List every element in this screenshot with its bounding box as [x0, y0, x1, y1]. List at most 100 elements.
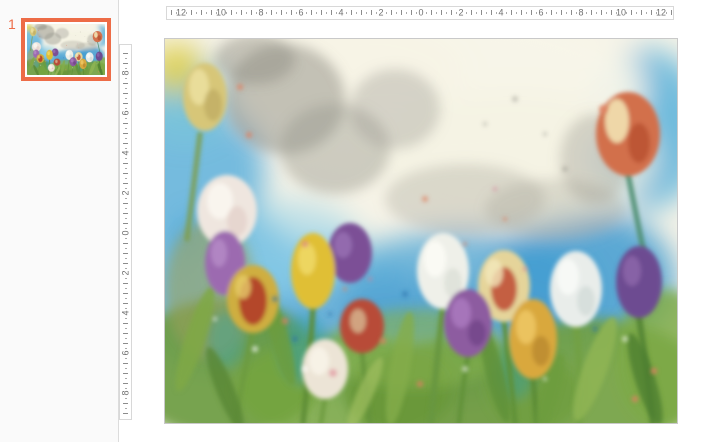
ruler-tick	[331, 10, 332, 15]
vertical-ruler: 864202468	[119, 44, 132, 420]
ruler-subtick	[526, 12, 527, 14]
ruler-tick	[611, 10, 612, 15]
ruler-tick	[361, 10, 362, 15]
ruler-subtick	[125, 388, 127, 389]
ruler-subtick	[206, 12, 207, 14]
ruler-subtick	[125, 218, 127, 219]
watercolor-tulips-image[interactable]	[165, 39, 677, 423]
ruler-subtick	[426, 12, 427, 14]
slide-number-label: 1	[8, 16, 16, 32]
ruler-subtick	[456, 12, 457, 14]
ruler-tick	[123, 93, 128, 94]
ruler-subtick	[125, 378, 127, 379]
ruler-subtick	[436, 12, 437, 14]
ruler-subtick	[226, 12, 227, 14]
ruler-tick	[371, 10, 372, 15]
ruler-subtick	[596, 12, 597, 14]
ruler-subtick	[125, 138, 127, 139]
ruler-label: 2	[121, 190, 130, 195]
horizontal-ruler: 12108642024681012	[166, 6, 674, 20]
ruler-subtick	[216, 12, 217, 14]
ruler-subtick	[125, 98, 127, 99]
ruler-subtick	[276, 12, 277, 14]
slide-1-thumbnail[interactable]	[21, 18, 111, 81]
ruler-tick	[191, 10, 192, 15]
ruler-tick	[591, 10, 592, 15]
ruler-subtick	[576, 12, 577, 14]
ruler-subtick	[256, 12, 257, 14]
ruler-subtick	[586, 12, 587, 14]
ruler-tick	[123, 363, 128, 364]
ruler-tick	[491, 10, 492, 15]
ruler-subtick	[566, 12, 567, 14]
ruler-subtick	[125, 118, 127, 119]
ruler-subtick	[125, 208, 127, 209]
ruler-subtick	[125, 398, 127, 399]
ruler-subtick	[125, 328, 127, 329]
ruler-subtick	[125, 198, 127, 199]
ruler-subtick	[366, 12, 367, 14]
ruler-subtick	[386, 12, 387, 14]
ruler-subtick	[196, 12, 197, 14]
ruler-tick	[231, 10, 232, 15]
slide-canvas[interactable]	[164, 38, 678, 424]
ruler-subtick	[125, 108, 127, 109]
ruler-tick	[123, 63, 128, 64]
ruler-subtick	[246, 12, 247, 14]
ruler-subtick	[125, 88, 127, 89]
ruler-subtick	[125, 338, 127, 339]
ruler-subtick	[546, 12, 547, 14]
ruler-subtick	[376, 12, 377, 14]
ruler-subtick	[176, 12, 177, 14]
ruler-tick	[123, 343, 128, 344]
ruler-subtick	[125, 348, 127, 349]
ruler-subtick	[125, 358, 127, 359]
ruler-subtick	[125, 408, 127, 409]
ruler-subtick	[326, 12, 327, 14]
ruler-tick	[123, 373, 128, 374]
ruler-tick	[123, 323, 128, 324]
ruler-subtick	[316, 12, 317, 14]
ruler-subtick	[266, 12, 267, 14]
ruler-tick	[551, 10, 552, 15]
ruler-label: 12	[176, 9, 186, 18]
ruler-subtick	[186, 12, 187, 14]
ruler-tick	[123, 123, 128, 124]
ruler-label: 6	[298, 9, 303, 18]
ruler-subtick	[125, 298, 127, 299]
ruler-subtick	[646, 12, 647, 14]
ruler-tick	[531, 10, 532, 15]
presentation-editor-window: 1 12108642024681012 864202468	[0, 0, 703, 442]
ruler-tick	[211, 10, 212, 15]
ruler-tick	[641, 10, 642, 15]
ruler-subtick	[296, 12, 297, 14]
ruler-subtick	[506, 12, 507, 14]
ruler-label: 4	[121, 310, 130, 315]
ruler-label: 8	[121, 70, 130, 75]
ruler-label: 12	[656, 9, 666, 18]
ruler-tick	[391, 10, 392, 15]
ruler-tick	[123, 403, 128, 404]
ruler-tick	[651, 10, 652, 15]
ruler-subtick	[125, 368, 127, 369]
ruler-tick	[123, 173, 128, 174]
ruler-tick	[351, 10, 352, 15]
ruler-label: 2	[378, 9, 383, 18]
ruler-label: 0	[418, 9, 423, 18]
ruler-label: 8	[121, 390, 130, 395]
ruler-subtick	[396, 12, 397, 14]
ruler-subtick	[125, 78, 127, 79]
ruler-label: 6	[121, 110, 130, 115]
ruler-label: 0	[121, 230, 130, 235]
ruler-subtick	[496, 12, 497, 14]
slide-1-thumbnail-image	[27, 24, 105, 75]
ruler-tick	[281, 10, 282, 15]
ruler-subtick	[125, 228, 127, 229]
ruler-subtick	[125, 288, 127, 289]
ruler-tick	[571, 10, 572, 15]
ruler-tick	[123, 303, 128, 304]
ruler-subtick	[626, 12, 627, 14]
ruler-tick	[123, 263, 128, 264]
ruler-tick	[251, 10, 252, 15]
ruler-label: 8	[578, 9, 583, 18]
